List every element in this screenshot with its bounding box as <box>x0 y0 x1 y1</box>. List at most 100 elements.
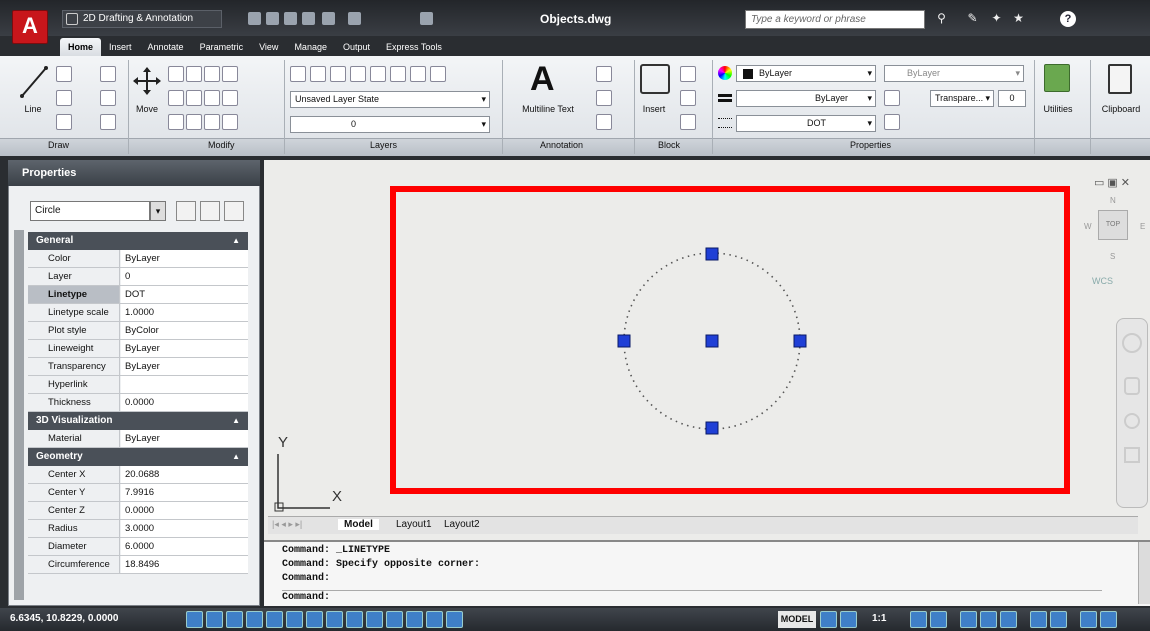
insert-label[interactable]: Insert <box>636 104 672 114</box>
modify-panel-title[interactable]: Modify <box>208 140 235 150</box>
dynamic-ucs-icon[interactable] <box>346 611 363 628</box>
command-input[interactable]: Command: <box>282 590 1102 603</box>
edit-block-icon[interactable] <box>680 90 696 106</box>
tab-nav-arrows[interactable]: |◂ ◂ ▸ ▸| <box>272 519 302 530</box>
infer-constraints-icon[interactable] <box>186 611 203 628</box>
ellipse-icon[interactable] <box>56 114 72 130</box>
plot-icon[interactable] <box>420 12 433 25</box>
property-value[interactable]: ByLayer <box>121 250 248 267</box>
property-value[interactable]: DOT <box>121 286 248 303</box>
layer-previous-icon[interactable] <box>410 66 426 82</box>
layer-walk-icon[interactable] <box>430 66 446 82</box>
redo-icon[interactable] <box>348 12 361 25</box>
property-row[interactable]: Material ByLayer <box>28 430 248 448</box>
line-icon[interactable] <box>18 62 50 102</box>
property-value[interactable]: 7.9916 <box>121 484 248 501</box>
property-row[interactable]: Linetype DOT <box>28 286 248 304</box>
arc-icon[interactable] <box>100 66 116 82</box>
scale-icon[interactable] <box>186 90 202 106</box>
property-value[interactable]: ByLayer <box>121 430 248 447</box>
insert-block-icon[interactable] <box>640 64 670 94</box>
property-value[interactable]: 3.0000 <box>121 520 248 537</box>
rotate-icon[interactable] <box>186 66 202 82</box>
array-icon[interactable] <box>204 90 220 106</box>
isolate-objects-icon[interactable] <box>1030 611 1047 628</box>
utilities-label[interactable]: Utilities <box>1038 104 1078 114</box>
selection-cycling-icon[interactable] <box>446 611 463 628</box>
wrench-icon[interactable]: ✎ <box>966 12 979 25</box>
property-value[interactable]: 1.0000 <box>121 304 248 321</box>
hatch-icon[interactable] <box>100 114 116 130</box>
move-icon[interactable] <box>132 66 162 96</box>
undo-icon[interactable] <box>322 12 335 25</box>
tab-home[interactable]: Home <box>60 38 102 56</box>
toggle-pickadd-icon[interactable] <box>176 201 196 221</box>
quick-select-icon[interactable] <box>224 201 244 221</box>
layers-panel-title[interactable]: Layers <box>370 140 397 150</box>
copy-icon[interactable] <box>168 66 184 82</box>
help-icon[interactable]: ? <box>1060 11 1076 27</box>
layer-dropdown[interactable]: 0 <box>290 116 490 133</box>
property-value[interactable]: ByColor <box>121 322 248 339</box>
annotation-visibility-icon[interactable] <box>910 611 927 628</box>
circle-icon[interactable] <box>56 90 72 106</box>
status-tray-icon[interactable] <box>1050 611 1067 628</box>
property-value[interactable]: 18.8496 <box>121 556 248 573</box>
new-icon[interactable] <box>248 12 261 25</box>
save-icon[interactable] <box>284 12 297 25</box>
tab-manage[interactable]: Manage <box>286 38 335 56</box>
erase-icon[interactable] <box>168 114 184 130</box>
lineweight-toggle-icon[interactable] <box>386 611 403 628</box>
wcs-menu[interactable]: WCS <box>1092 276 1113 286</box>
property-value[interactable]: 0 <box>121 268 248 285</box>
navigation-bar[interactable] <box>1116 318 1148 508</box>
model-space-button[interactable]: MODEL <box>778 611 816 628</box>
grip-bottom[interactable] <box>705 421 719 435</box>
orbit-icon[interactable] <box>1124 447 1140 463</box>
layer-isolate-icon[interactable] <box>330 66 346 82</box>
color-dropdown[interactable]: ByLayer <box>736 65 876 82</box>
offset-icon[interactable] <box>204 114 220 130</box>
auto-scale-icon[interactable] <box>930 611 947 628</box>
transparency-toggle-icon[interactable] <box>406 611 423 628</box>
tab-view[interactable]: View <box>251 38 286 56</box>
zoom-icon[interactable] <box>1124 413 1140 429</box>
command-window[interactable]: Command: _LINETYPE Command: Specify oppo… <box>264 540 1150 606</box>
property-row[interactable]: Center Y 7.9916 <box>28 484 248 502</box>
section-3d-visualization[interactable]: 3D Visualization <box>28 412 248 430</box>
transparency-dropdown[interactable]: Transpare... <box>930 90 994 107</box>
object-snap-icon[interactable] <box>286 611 303 628</box>
fillet-icon[interactable] <box>222 66 238 82</box>
property-value[interactable]: ByLayer <box>121 358 248 375</box>
snap-mode-icon[interactable] <box>206 611 223 628</box>
coordinate-readout[interactable]: 6.6345, 10.8229, 0.0000 <box>10 613 118 624</box>
linetype-dropdown[interactable]: DOT <box>736 115 876 132</box>
layer-lock-icon[interactable] <box>370 66 386 82</box>
save-as-icon[interactable] <box>302 12 315 25</box>
edit-attributes-icon[interactable] <box>680 114 696 130</box>
dynamic-input-icon[interactable] <box>366 611 383 628</box>
tab-insert[interactable]: Insert <box>101 38 140 56</box>
clipboard-icon[interactable] <box>1108 64 1132 94</box>
line-button-label[interactable]: Line <box>18 104 48 114</box>
stretch-icon[interactable] <box>168 90 184 106</box>
tab-output[interactable]: Output <box>335 38 378 56</box>
trim-icon[interactable] <box>222 90 238 106</box>
grip-center[interactable] <box>705 334 719 348</box>
polyline-icon[interactable] <box>56 66 72 82</box>
tab-layout2[interactable]: Layout2 <box>438 519 486 530</box>
property-row[interactable]: Color ByLayer <box>28 250 248 268</box>
utilities-icon[interactable] <box>1044 64 1070 92</box>
list-icon[interactable] <box>884 90 900 106</box>
grip-right[interactable] <box>793 334 807 348</box>
property-row[interactable]: Layer 0 <box>28 268 248 286</box>
pan-icon[interactable] <box>1124 377 1140 395</box>
tab-annotate[interactable]: Annotate <box>140 38 192 56</box>
property-row[interactable]: Lineweight ByLayer <box>28 340 248 358</box>
property-value[interactable] <box>121 376 248 393</box>
workspace-switching-icon[interactable] <box>960 611 977 628</box>
draw-panel-title[interactable]: Draw <box>48 140 69 150</box>
property-row[interactable]: Radius 3.0000 <box>28 520 248 538</box>
clean-screen-icon[interactable] <box>1100 611 1117 628</box>
grip-top[interactable] <box>705 247 719 261</box>
